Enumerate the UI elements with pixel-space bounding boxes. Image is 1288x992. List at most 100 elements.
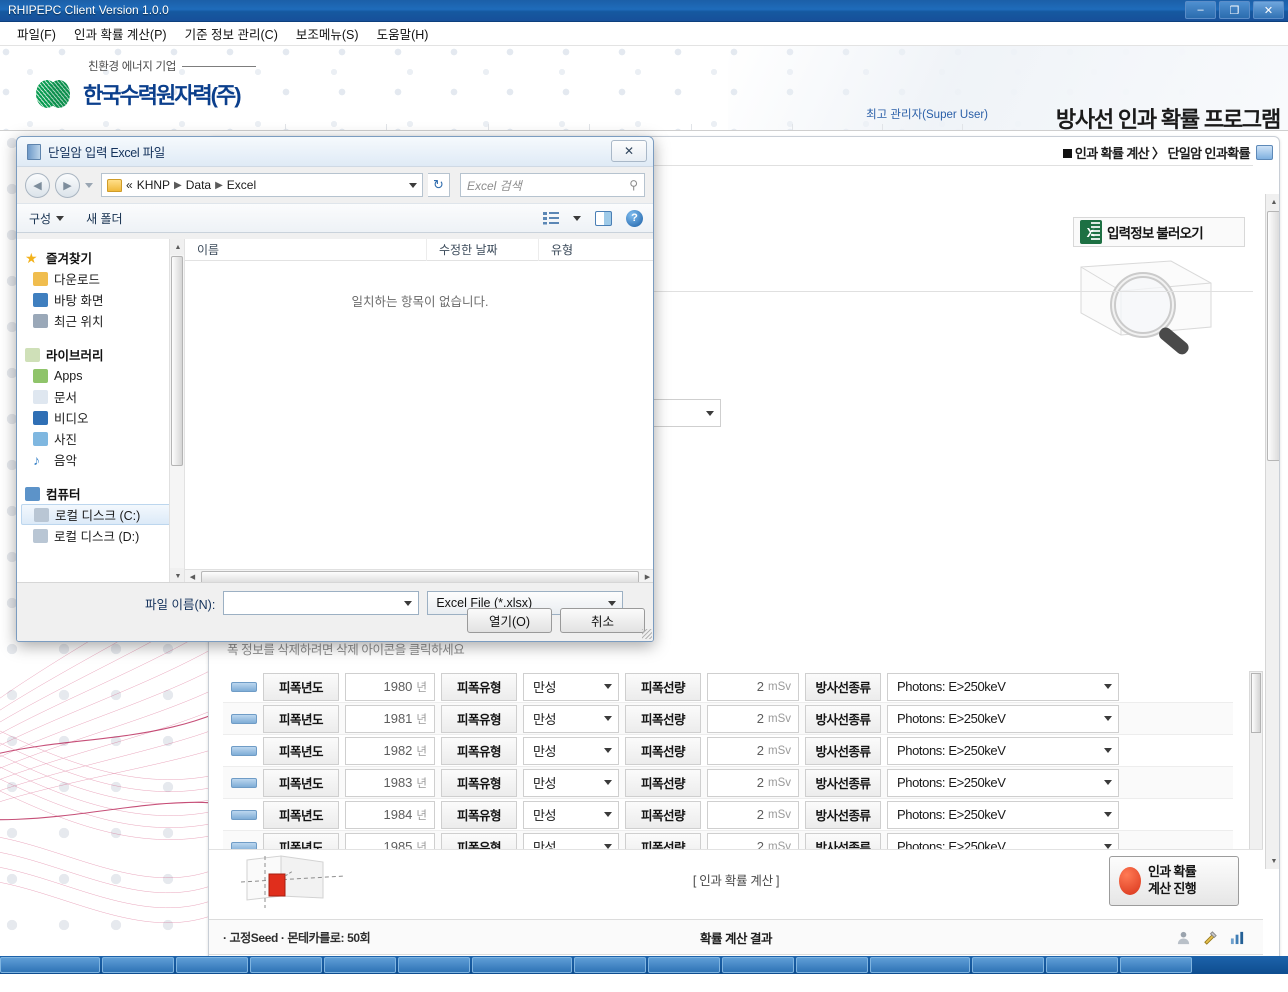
taskbar-item[interactable] [722,957,794,973]
close-button[interactable]: ✕ [1253,1,1284,19]
exposure-dose-input[interactable]: 2 mSv [707,800,799,829]
ribbon-save-project[interactable]: 프로젝트저장 [489,124,591,130]
preview-pane-icon[interactable] [595,210,612,226]
taskbar-item[interactable] [796,957,868,973]
nav-item-videos[interactable]: 비디오 [21,407,184,428]
cancel-button[interactable]: 취소 [560,608,645,633]
taskbar-item[interactable] [250,957,322,973]
exposure-year-input[interactable]: 1984 년 [345,800,435,829]
filename-input[interactable] [223,591,420,615]
delete-row-icon[interactable] [231,809,257,820]
menu-file[interactable]: 파일(F) [8,21,65,46]
menu-probability[interactable]: 인과 확률 계산(P) [65,21,176,46]
address-part-2[interactable]: Data [186,178,211,192]
exposure-type-select[interactable]: 만성 [523,704,619,733]
exposure-type-select[interactable]: 만성 [523,768,619,797]
exposure-table-scrollbar[interactable] [1249,671,1263,871]
dialog-close-button[interactable]: ✕ [611,140,647,162]
radiation-type-select[interactable]: Photons: E>250keV [887,768,1119,797]
column-header-name[interactable]: 이름 [185,238,427,261]
taskbar-item[interactable] [324,957,396,973]
back-button[interactable]: ◀ [25,172,50,198]
exposure-type-select[interactable]: 만성 [523,800,619,829]
exposure-year-input[interactable]: 1983 년 [345,768,435,797]
recent-locations-icon[interactable] [85,182,93,188]
view-mode-icon[interactable] [543,211,559,225]
exposure-dose-input[interactable]: 2 mSv [707,768,799,797]
delete-row-icon[interactable] [231,745,257,756]
taskbar-item[interactable] [648,957,720,973]
taskbar-item[interactable] [102,957,174,973]
taskbar-item[interactable] [1046,957,1118,973]
radiation-type-select[interactable]: Photons: E>250keV [887,704,1119,733]
chart-icon[interactable] [1230,930,1245,945]
nav-item-pictures[interactable]: 사진 [21,428,184,449]
exposure-type-select[interactable]: 만성 [523,736,619,765]
taskbar-item[interactable] [0,957,100,973]
taskbar-item[interactable] [870,957,970,973]
ribbon-exit[interactable]: 종료 [883,124,963,130]
nav-item-documents[interactable]: 문서 [21,386,184,407]
menu-reference[interactable]: 기준 정보 관리(C) [176,21,287,46]
column-header-date[interactable]: 수정한 날짜 [427,238,539,261]
breadcrumb-window-icon[interactable] [1256,145,1273,160]
scroll-up-arrow[interactable]: ▲ [1266,194,1279,210]
radiation-type-select[interactable]: Photons: E>250keV [887,800,1119,829]
exposure-dose-input[interactable]: 2 mSv [707,704,799,733]
nav-item-download-folder[interactable]: 다운로드 [21,268,184,289]
exposure-dose-input[interactable]: 2 mSv [707,736,799,765]
view-mode-chevron-down-icon[interactable] [573,215,581,221]
column-header-type[interactable]: 유형 [539,239,639,261]
delete-row-icon[interactable] [231,777,257,788]
nav-item-desktop[interactable]: 바탕 화면 [21,289,184,310]
open-button[interactable]: 열기(O) [467,608,552,633]
nav-scroll-up-arrow[interactable]: ▲ [170,239,184,255]
taskbar-item[interactable] [1120,957,1192,973]
ribbon-close-project[interactable]: 프로젝트닫기 [590,124,692,130]
taskbar-item[interactable] [398,957,470,973]
refresh-button[interactable]: ↻ [428,173,450,197]
content-scrollbar[interactable]: ▲ ▼ [1265,194,1279,869]
exposure-type-select[interactable]: 만성 [523,672,619,701]
scroll-thumb[interactable] [1267,211,1279,461]
address-bar[interactable]: « KHNP ▶ Data ▶ Excel [101,173,423,197]
nav-item-local-disk-c[interactable]: 로컬 디스크 (C:) [21,504,180,525]
resize-grip[interactable] [642,629,652,639]
address-part-3[interactable]: Excel [227,178,256,192]
ribbon-settings[interactable]: 환경설정 [692,124,794,130]
nav-item-star[interactable]: ★ 즐겨찾기 [21,247,184,268]
tools-icon[interactable] [1203,930,1218,945]
excel-load-button[interactable]: X 입력정보 불러오기 [1073,217,1245,247]
minimize-button[interactable]: – [1185,1,1216,19]
organize-button[interactable]: 구성 [29,210,65,227]
chevron-down-icon[interactable] [409,182,417,188]
radiation-type-select[interactable]: Photons: E>250keV [887,736,1119,765]
exposure-dose-input[interactable]: 2 mSv [707,672,799,701]
address-part-1[interactable]: KHNP [137,178,170,192]
nav-item-library[interactable]: 라이브러리 [21,344,184,365]
scroll-down-arrow[interactable]: ▼ [1266,853,1279,869]
menu-help[interactable]: 도움말(H) [368,21,438,46]
search-input[interactable]: Excel 검색 ⚲ [460,173,645,197]
maximize-button[interactable]: ❐ [1219,1,1250,19]
chevron-down-icon[interactable] [404,600,413,606]
run-calculation-button[interactable]: 인과 확률 계산 진행 [1109,856,1239,906]
menu-sub[interactable]: 보조메뉴(S) [287,21,368,46]
nav-item-apps[interactable]: Apps [21,365,184,386]
exposure-year-input[interactable]: 1980 년 [345,672,435,701]
taskbar-item[interactable] [472,957,572,973]
taskbar-item[interactable] [574,957,646,973]
ribbon-open-project[interactable]: 프로젝트열기 [387,124,489,130]
radiation-type-select[interactable]: Photons: E>250keV [887,672,1119,701]
nav-item-computer[interactable]: 컴퓨터 [21,483,184,504]
nav-item-recent-places[interactable]: 최근 위치 [21,310,184,331]
taskbar-item[interactable] [972,957,1044,973]
new-folder-button[interactable]: 새 폴더 [86,210,122,227]
ribbon-admin-menu[interactable]: 관리자메뉴 [793,124,884,130]
delete-row-icon[interactable] [231,681,257,692]
exposure-year-input[interactable]: 1982 년 [345,736,435,765]
exposure-year-input[interactable]: 1981 년 [345,704,435,733]
navigation-pane-scrollbar[interactable]: ▲ ▼ [169,239,184,584]
nav-scroll-thumb[interactable] [171,256,183,466]
exposure-table-scroll-thumb[interactable] [1251,673,1261,733]
